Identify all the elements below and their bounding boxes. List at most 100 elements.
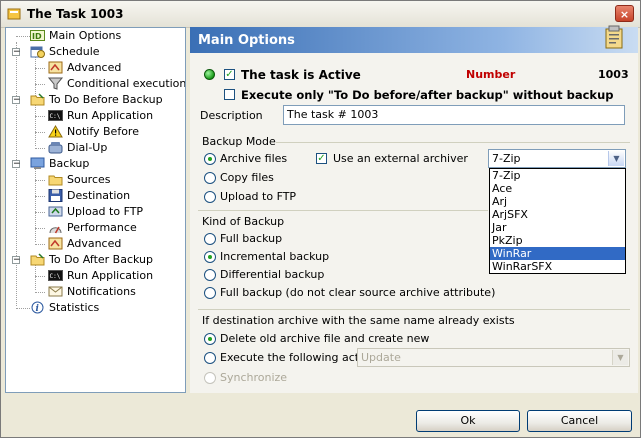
differential-backup-label: Differential backup — [220, 268, 325, 281]
performance-icon — [49, 226, 62, 233]
cancel-button[interactable]: Cancel — [527, 410, 632, 432]
description-label: Description — [200, 109, 263, 122]
archive-files-label: Archive files — [220, 152, 288, 165]
archiver-dropdown-list[interactable]: 7-Zip Ace Arj ArjSFX Jar PkZip WinRar Wi… — [489, 168, 626, 274]
execute-action-radio[interactable] — [204, 352, 216, 364]
tree-label-schedule-advanced: Advanced — [67, 61, 122, 74]
tree-collapse-backup[interactable]: − — [12, 160, 21, 169]
warning-icon — [48, 124, 63, 137]
tree-label-schedule: Schedule — [49, 45, 100, 58]
tree-label-backup-advanced: Advanced — [67, 237, 122, 250]
tree-item-upload-ftp[interactable]: Upload to FTP — [48, 204, 143, 220]
full-backup-radio[interactable] — [204, 233, 216, 245]
panel-title: Main Options — [198, 33, 295, 48]
tree-item-dial-up[interactable]: Dial-Up — [48, 140, 107, 156]
folder-icon — [30, 252, 45, 265]
tree-item-todo-after-backup[interactable]: To Do After Backup — [30, 252, 153, 268]
tree-item-destination[interactable]: Destination — [48, 188, 130, 204]
use-external-archiver-checkbox[interactable]: ✓ — [316, 153, 327, 164]
button-bar: Ok Cancel — [1, 393, 640, 437]
archiver-select[interactable]: 7-Zip ▼ — [488, 149, 626, 168]
clipboard-icon — [605, 25, 623, 49]
existing-separator — [198, 309, 630, 310]
tree-item-run-application-before[interactable]: C:\ Run Application — [48, 108, 153, 124]
action-select[interactable]: Update ▼ — [357, 348, 630, 367]
chevron-down-icon: ▼ — [612, 350, 628, 365]
tree-label-notify-before: Notify Before — [67, 125, 139, 138]
svg-text:ID: ID — [32, 32, 42, 41]
tree-item-statistics[interactable]: i Statistics — [30, 300, 99, 316]
svg-text:C:\: C:\ — [50, 113, 61, 120]
description-input[interactable]: The task # 1003 — [283, 105, 625, 125]
tree-item-sources[interactable]: Sources — [48, 172, 111, 188]
archiver-option[interactable]: Arj — [490, 195, 625, 208]
task-window: The Task 1003 × − − − − ID Main Options S… — [0, 0, 641, 438]
archiver-option[interactable]: PkZip — [490, 234, 625, 247]
tree-item-notifications[interactable]: Notifications — [48, 284, 136, 300]
mail-icon — [48, 286, 63, 296]
ftp-icon — [48, 206, 63, 216]
tree-item-backup[interactable]: Backup — [30, 156, 89, 172]
differential-backup-radio[interactable] — [204, 269, 216, 281]
tree-label-notifications: Notifications — [67, 285, 136, 298]
tree-item-notify-before[interactable]: Notify Before — [48, 124, 139, 140]
full-backup-label: Full backup — [220, 232, 283, 245]
phone-icon — [48, 141, 63, 153]
tree-item-backup-advanced[interactable]: Advanced — [48, 236, 121, 252]
execute-action-label: Execute the following action — [220, 351, 376, 364]
backup-mode-separator — [276, 142, 630, 143]
upload-ftp-label: Upload to FTP — [220, 190, 297, 203]
execute-only-checkbox[interactable] — [224, 89, 235, 100]
tree-item-main-options[interactable]: ID Main Options — [30, 28, 121, 44]
tree-item-schedule[interactable]: Schedule — [30, 44, 100, 60]
delete-old-label: Delete old archive file and create new — [220, 332, 430, 345]
archiver-option[interactable]: 7-Zip — [490, 169, 625, 182]
synchronize-radio[interactable] — [204, 372, 216, 384]
ok-button[interactable]: Ok — [416, 410, 520, 432]
tree-label-run-application-before: Run Application — [67, 109, 154, 122]
schedule-icon — [30, 46, 45, 58]
archiver-option[interactable]: ArjSFX — [490, 208, 625, 221]
active-status-led — [204, 69, 215, 80]
close-button[interactable]: × — [615, 5, 634, 22]
archiver-option[interactable]: Ace — [490, 182, 625, 195]
existing-archive-title: If destination archive with the same nam… — [202, 314, 515, 327]
filter-icon — [48, 77, 63, 90]
tree-item-run-application-after[interactable]: C:\ Run Application — [48, 268, 153, 284]
advanced-icon — [48, 237, 63, 249]
tree-item-performance[interactable]: Performance — [48, 220, 137, 236]
full-backup-no-clear-radio[interactable] — [204, 287, 216, 299]
archive-files-radio[interactable] — [204, 153, 216, 165]
folder-icon — [30, 92, 45, 105]
options-tree[interactable]: − − − − ID Main Options Schedule Advanced… — [5, 27, 186, 393]
tree-collapse-schedule[interactable]: − — [12, 48, 21, 57]
copy-files-radio[interactable] — [204, 172, 216, 184]
copy-files-label: Copy files — [220, 171, 274, 184]
title-bar: The Task 1003 × — [1, 1, 640, 28]
archiver-option[interactable]: WinRarSFX — [490, 260, 625, 273]
action-select-value: Update — [361, 351, 401, 364]
tree-item-todo-before-backup[interactable]: To Do Before Backup — [30, 92, 163, 108]
panel-header: Main Options — [190, 25, 638, 53]
chevron-down-icon: ▼ — [608, 151, 624, 166]
tree-label-sources: Sources — [67, 173, 111, 186]
tree-collapse-todo-after[interactable]: − — [12, 256, 21, 265]
task-active-checkbox[interactable]: ✓ — [224, 69, 235, 80]
incremental-backup-label: Incremental backup — [220, 250, 330, 263]
tree-collapse-todo-before[interactable]: − — [12, 96, 21, 105]
incremental-backup-radio[interactable] — [204, 251, 216, 263]
upload-ftp-radio[interactable] — [204, 191, 216, 203]
archiver-option-selected[interactable]: WinRar — [490, 247, 625, 260]
tree-item-conditional-execution[interactable]: Conditional execution — [48, 76, 185, 92]
archiver-option[interactable]: Jar — [490, 221, 625, 234]
tree-label-run-application-after: Run Application — [67, 269, 154, 282]
number-label: Number — [466, 68, 516, 81]
tree-item-schedule-advanced[interactable]: Advanced — [48, 60, 121, 76]
advanced-icon — [48, 61, 63, 73]
kind-of-backup-title: Kind of Backup — [202, 215, 285, 228]
task-active-label: The task is Active — [241, 68, 361, 82]
backup-icon — [30, 157, 45, 169]
number-value: 1003 — [598, 68, 629, 81]
execute-only-label: Execute only "To Do before/after backup"… — [241, 88, 614, 102]
delete-old-radio[interactable] — [204, 333, 216, 345]
